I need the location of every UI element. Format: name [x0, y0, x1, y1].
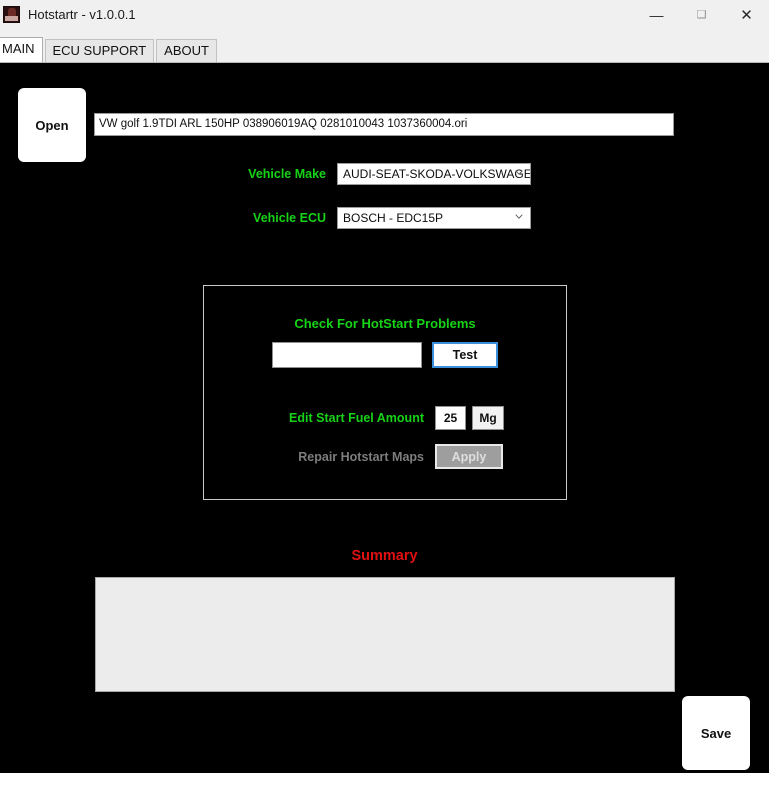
app-logo-icon: [3, 6, 20, 23]
tab-ecu-support[interactable]: ECU SUPPORT: [44, 39, 155, 62]
start-fuel-label: Edit Start Fuel Amount: [289, 411, 424, 425]
hotstart-panel-title: Check For HotStart Problems: [294, 316, 476, 331]
minimize-button[interactable]: —: [634, 0, 679, 29]
hotstart-check-row: Test: [272, 342, 498, 368]
maximize-button[interactable]: ❑: [679, 0, 724, 29]
vehicle-make-row: Vehicle Make AUDI-SEAT-SKODA-VOLKSWAGEN: [236, 163, 531, 185]
summary-output-box[interactable]: [95, 577, 675, 692]
tab-about[interactable]: ABOUT: [156, 39, 217, 62]
close-button[interactable]: ✕: [724, 0, 769, 29]
main-content-area: Open VW golf 1.9TDI ARL 150HP 038906019A…: [0, 63, 769, 773]
title-bar: Hotstartr - v1.0.0.1 — ❑ ✕: [0, 0, 769, 29]
vehicle-make-label: Vehicle Make: [248, 167, 326, 181]
summary-title: Summary: [351, 548, 418, 564]
save-button[interactable]: Save: [682, 696, 750, 770]
start-fuel-input[interactable]: 25: [435, 406, 466, 430]
file-path-field[interactable]: VW golf 1.9TDI ARL 150HP 038906019AQ 028…: [94, 113, 674, 136]
hotstart-check-input[interactable]: [272, 342, 422, 368]
tab-bar: MAIN ECU SUPPORT ABOUT: [0, 29, 769, 63]
repair-maps-row: Repair Hotstart Maps Apply: [276, 444, 503, 469]
vehicle-make-value: AUDI-SEAT-SKODA-VOLKSWAGEN: [343, 167, 530, 181]
fuel-unit-button[interactable]: Mg: [472, 406, 504, 430]
chevron-down-icon: [515, 213, 523, 221]
start-fuel-row: Edit Start Fuel Amount 25 Mg: [276, 406, 504, 430]
vehicle-ecu-value: BOSCH - EDC15P: [343, 211, 444, 225]
tab-list: MAIN ECU SUPPORT ABOUT: [0, 37, 219, 62]
vehicle-make-select[interactable]: AUDI-SEAT-SKODA-VOLKSWAGEN: [337, 163, 531, 185]
apply-button[interactable]: Apply: [435, 444, 503, 469]
vehicle-ecu-label: Vehicle ECU: [253, 211, 326, 225]
window-controls: — ❑ ✕: [634, 0, 769, 29]
repair-maps-label: Repair Hotstart Maps: [298, 449, 424, 464]
vehicle-ecu-row: Vehicle ECU BOSCH - EDC15P: [236, 207, 531, 229]
chevron-down-icon: [515, 169, 523, 177]
hotstart-panel: Check For HotStart Problems Test Edit St…: [203, 285, 567, 500]
vehicle-ecu-select[interactable]: BOSCH - EDC15P: [337, 207, 531, 229]
tab-main[interactable]: MAIN: [0, 37, 43, 62]
open-button[interactable]: Open: [18, 88, 86, 162]
test-button[interactable]: Test: [432, 342, 498, 368]
window-title: Hotstartr - v1.0.0.1: [28, 7, 136, 22]
app-window: Hotstartr - v1.0.0.1 — ❑ ✕ MAIN ECU SUPP…: [0, 0, 769, 800]
